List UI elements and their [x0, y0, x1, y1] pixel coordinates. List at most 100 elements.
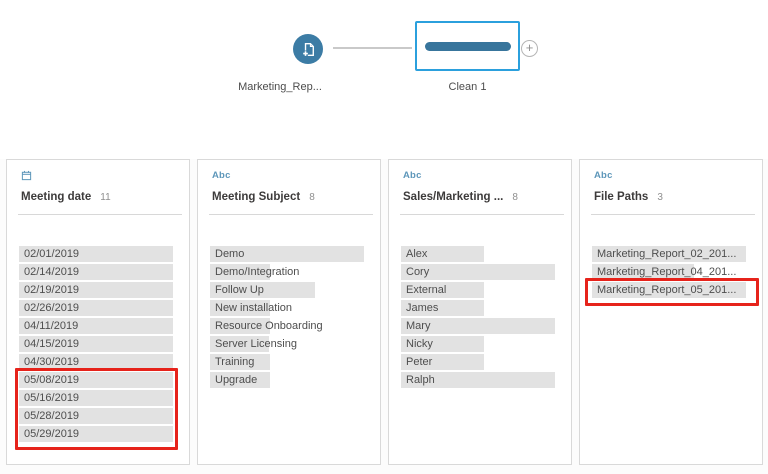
input-node-label: Marketing_Rep...: [238, 81, 322, 93]
add-step-button[interactable]: +: [521, 40, 538, 57]
value-label: Server Licensing: [215, 338, 297, 350]
value-row[interactable]: 04/15/2019: [19, 336, 173, 352]
value-label: 05/28/2019: [24, 410, 80, 422]
value-row[interactable]: James: [401, 300, 555, 316]
abc-type-icon: Abc: [594, 170, 613, 181]
profile-card-sales-marketing: Abc Sales/Marketing ... 8 Alex Cory External J…: [388, 159, 572, 465]
value-row[interactable]: Alex: [401, 246, 555, 262]
input-node[interactable]: [293, 34, 323, 64]
value-list: Alex Cory External James Mary Nicky Peter Ralph: [401, 246, 555, 390]
value-row[interactable]: Marketing_Report_05_201...: [592, 282, 746, 298]
value-label: Nicky: [406, 338, 433, 350]
value-row[interactable]: Peter: [401, 354, 555, 370]
value-row[interactable]: 05/28/2019: [19, 408, 173, 424]
flow-connector-line: [333, 47, 412, 49]
value-label: Demo: [215, 248, 245, 260]
value-label: New installation: [215, 302, 293, 314]
header-divider: [18, 214, 182, 215]
header-divider: [209, 214, 373, 215]
value-row[interactable]: Demo/Integration: [210, 264, 364, 280]
value-label: Demo/Integration: [215, 266, 300, 278]
value-row[interactable]: External: [401, 282, 555, 298]
field-value-count: 11: [100, 192, 111, 203]
value-list: Demo Demo/Integration Follow Up New install…: [210, 246, 364, 390]
file-add-icon: [301, 42, 314, 57]
value-label: Training: [215, 356, 255, 368]
clean-node-label: Clean 1: [448, 81, 487, 93]
calendar-icon: [21, 170, 32, 181]
value-row[interactable]: 05/29/2019: [19, 426, 173, 442]
flow-pane: Marketing_Rep... Clean 1 +: [0, 0, 768, 159]
value-row[interactable]: Cory: [401, 264, 555, 280]
value-row[interactable]: Nicky: [401, 336, 555, 352]
profile-card-meeting-date: Meeting date 11 02/01/2019 02/14/2019 02/19/…: [6, 159, 190, 465]
value-label: 04/30/2019: [24, 356, 80, 368]
value-row[interactable]: 05/16/2019: [19, 390, 173, 406]
abc-type-icon: Abc: [212, 170, 231, 181]
value-row[interactable]: Mary: [401, 318, 555, 334]
field-name: Sales/Marketing ...: [403, 191, 504, 203]
value-row[interactable]: 04/11/2019: [19, 318, 173, 334]
value-row[interactable]: Demo: [210, 246, 364, 262]
field-name-row[interactable]: Meeting date 11: [21, 187, 181, 205]
value-label: Marketing_Report_02_201...: [597, 248, 737, 260]
value-label: Cory: [406, 266, 430, 278]
abc-type-icon: Abc: [403, 170, 422, 181]
value-label: Upgrade: [215, 374, 258, 386]
value-row[interactable]: Upgrade: [210, 372, 364, 388]
field-name: File Paths: [594, 191, 649, 203]
field-type-row: [21, 169, 32, 182]
value-label: Follow Up: [215, 284, 264, 296]
value-label: 04/15/2019: [24, 338, 80, 350]
value-label: Marketing_Report_04_201...: [597, 266, 737, 278]
value-row[interactable]: 04/30/2019: [19, 354, 173, 370]
value-label: Peter: [406, 356, 433, 368]
header-divider: [400, 214, 564, 215]
value-label: 04/11/2019: [24, 320, 79, 332]
header-divider: [591, 214, 755, 215]
field-type-row: Abc: [212, 169, 231, 182]
value-list: Marketing_Report_02_201... Marketing_Repo…: [592, 246, 746, 300]
value-row[interactable]: 02/26/2019: [19, 300, 173, 316]
value-row[interactable]: Marketing_Report_02_201...: [592, 246, 746, 262]
profile-card-file-paths: Abc File Paths 3 Marketing_Report_02_201...…: [579, 159, 763, 465]
value-label: Alex: [406, 248, 428, 260]
field-value-count: 8: [309, 192, 315, 203]
value-list: 02/01/2019 02/14/2019 02/19/2019 02/26/2019…: [19, 246, 173, 444]
field-value-count: 3: [657, 192, 663, 203]
value-label: 02/19/2019: [24, 284, 80, 296]
field-type-row: Abc: [594, 169, 613, 182]
field-type-row: Abc: [403, 169, 422, 182]
profile-card-meeting-subject: Abc Meeting Subject 8 Demo Demo/Integration F…: [197, 159, 381, 465]
value-label: Marketing_Report_05_201...: [597, 284, 737, 296]
value-label: Ralph: [406, 374, 435, 386]
value-row[interactable]: Resource Onboarding: [210, 318, 364, 334]
value-label: James: [406, 302, 439, 314]
value-label: External: [406, 284, 447, 296]
value-row[interactable]: New installation: [210, 300, 364, 316]
field-name-row[interactable]: Sales/Marketing ... 8: [403, 187, 563, 205]
value-label: 02/26/2019: [24, 302, 80, 314]
value-row[interactable]: 02/01/2019: [19, 246, 173, 262]
value-row[interactable]: Follow Up: [210, 282, 364, 298]
value-row[interactable]: 02/14/2019: [19, 264, 173, 280]
field-name-row[interactable]: File Paths 3: [594, 187, 754, 205]
value-row[interactable]: 05/08/2019: [19, 372, 173, 388]
value-label: 05/16/2019: [24, 392, 80, 404]
plus-icon: +: [525, 40, 534, 55]
value-row[interactable]: 02/19/2019: [19, 282, 173, 298]
field-name-row[interactable]: Meeting Subject 8: [212, 187, 372, 205]
value-label: 02/01/2019: [24, 248, 80, 260]
value-row[interactable]: Training: [210, 354, 364, 370]
field-name: Meeting Subject: [212, 191, 301, 203]
field-value-count: 8: [512, 192, 518, 203]
value-label: Mary: [406, 320, 431, 332]
clean-node-selected[interactable]: [415, 21, 520, 71]
value-row[interactable]: Server Licensing: [210, 336, 364, 352]
field-name: Meeting date: [21, 191, 92, 203]
value-row[interactable]: Ralph: [401, 372, 555, 388]
value-label: 02/14/2019: [24, 266, 80, 278]
clean-step-bar-icon: [424, 41, 511, 51]
value-row[interactable]: Marketing_Report_04_201...: [592, 264, 746, 280]
profile-pane: Meeting date 11 02/01/2019 02/14/2019 02/19/…: [0, 159, 768, 465]
